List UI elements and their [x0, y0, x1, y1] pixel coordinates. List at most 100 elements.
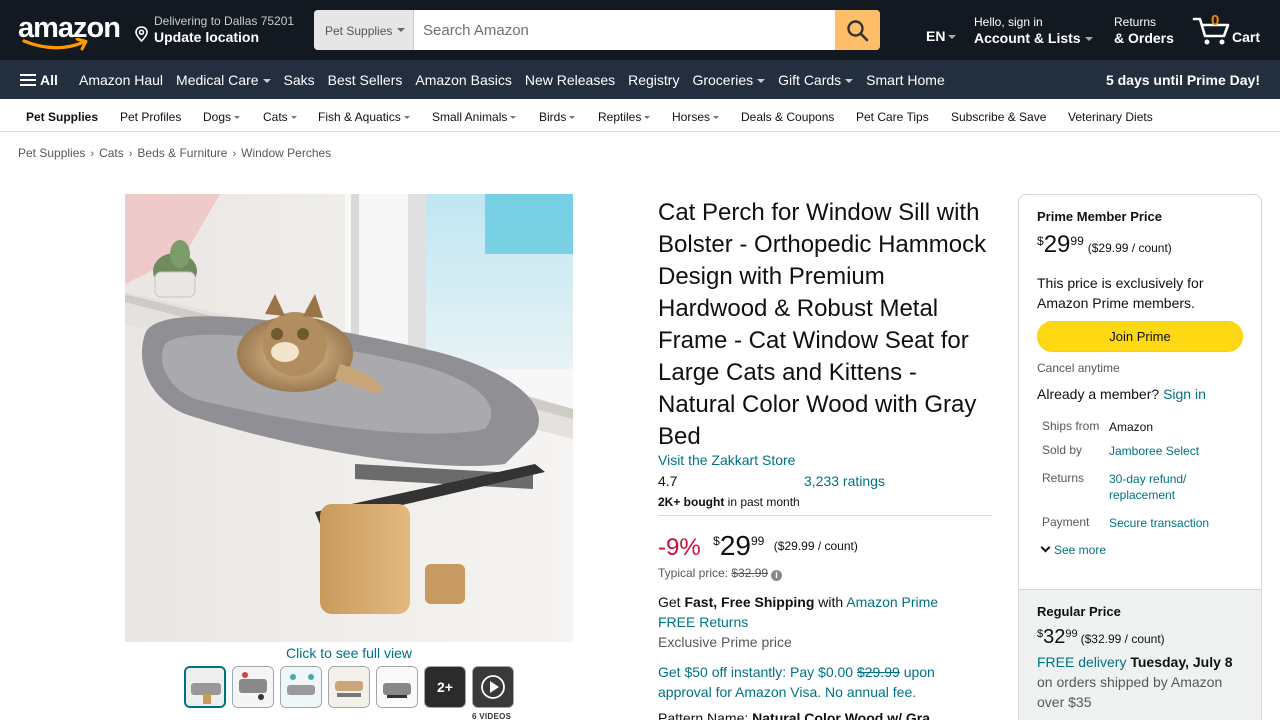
chevron-down-icon [757, 79, 766, 84]
search-bar: Pet Supplies [314, 10, 880, 50]
product-main-image[interactable] [125, 194, 573, 642]
price-per-unit: ($32.99 / count) [1080, 632, 1165, 646]
account-lists[interactable]: Hello, sign in Account & Lists [974, 15, 1093, 46]
secure-transaction-link[interactable]: Secure transaction [1109, 515, 1219, 531]
thumbnail-1[interactable] [184, 666, 226, 708]
subnav-item[interactable]: Deals & Coupons [741, 110, 834, 124]
typical-price: Typical price: $32.99 i [658, 566, 783, 581]
chevron-down-icon [569, 116, 576, 120]
subnav-item[interactable]: Birds [539, 110, 576, 124]
subnav-item-label: Horses [672, 110, 711, 124]
amazon-visa-offer[interactable]: Get $50 off instantly: Pay $0.00 $29.99 … [658, 662, 988, 702]
detail-value: Amazon [1109, 420, 1154, 434]
subnav-item[interactable]: Reptiles [598, 110, 651, 124]
subnav-item[interactable]: Cats [263, 110, 297, 124]
all-menu-button[interactable]: All [20, 72, 58, 88]
breadcrumb-link[interactable]: Pet Supplies [18, 146, 85, 160]
detail-key: Returns [1042, 471, 1085, 485]
regular-price-section[interactable]: Regular Price $3299 ($32.99 / count) FREE… [1019, 589, 1261, 720]
search-category-select[interactable]: Pet Supplies [314, 10, 414, 50]
detail-key: Payment [1042, 515, 1090, 529]
cart-button[interactable]: 0 Cart [1192, 12, 1268, 48]
sign-in-link[interactable]: Sign in [1163, 386, 1206, 402]
nav-item[interactable]: Amazon Haul [79, 72, 163, 88]
logo-smile-icon [22, 38, 88, 51]
subnav-item[interactable]: Pet Supplies [26, 110, 98, 124]
subnav-item[interactable]: Small Animals [432, 110, 517, 124]
already-member-text: Already a member? [1037, 386, 1164, 402]
subnav-item[interactable]: Veterinary Diets [1068, 110, 1153, 124]
buy-box: Prime Member Price $2999 ($29.99 / count)… [1018, 194, 1262, 720]
subnav-item[interactable]: Horses [672, 110, 720, 124]
amazon-prime-link[interactable]: Amazon Prime [846, 594, 938, 610]
subnav-item[interactable]: Dogs [203, 110, 241, 124]
store-link[interactable]: Visit the Zakkart Store [658, 452, 795, 468]
language-label: EN [926, 28, 946, 44]
subnav-item[interactable]: Fish & Aquatics [318, 110, 410, 124]
see-more-button[interactable]: See more [1040, 542, 1106, 557]
pattern-label: Pattern Name: [658, 710, 753, 720]
subnav-item-label: Small Animals [432, 110, 508, 124]
prime-price-description: This price is exclusively for Amazon Pri… [1037, 275, 1204, 311]
product-title: Cat Perch for Window Sill with Bolster -… [658, 199, 987, 450]
free-delivery-link[interactable]: FREE delivery [1037, 654, 1126, 670]
nav-item[interactable]: Saks [284, 72, 315, 88]
main-nav: All Amazon Haul Medical Care Saks Best Sell… [0, 60, 1280, 99]
thumbnail-2[interactable] [232, 666, 274, 708]
account-greeting: Hello, sign in [974, 15, 1043, 29]
video-thumbnail[interactable] [472, 666, 514, 708]
breadcrumb-link[interactable]: Window Perches [241, 146, 331, 160]
thumbnail-3[interactable] [280, 666, 322, 708]
ratings-count-link[interactable]: 3,233 ratings [804, 473, 885, 489]
returns-label: Returns [1114, 15, 1157, 29]
nav-item[interactable]: Groceries [692, 72, 766, 88]
location-pin-icon [135, 26, 148, 42]
nav-item[interactable]: Best Sellers [328, 72, 403, 88]
breadcrumb-separator-icon: › [128, 148, 133, 160]
breadcrumb-link[interactable]: Cats [99, 146, 124, 160]
regular-price-title: Regular Price [1037, 604, 1121, 619]
subnav-item[interactable]: Subscribe & Save [951, 110, 1046, 124]
amazon-logo[interactable]: amazon [16, 12, 121, 52]
divider [658, 515, 992, 516]
thumbnail-5[interactable] [376, 666, 418, 708]
more-images-thumbnail[interactable]: 2+ [424, 666, 466, 708]
subnav-item-label: Veterinary Diets [1068, 110, 1153, 124]
returns-orders[interactable]: Returns & Orders [1114, 15, 1174, 46]
nav-item[interactable]: Gift Cards [778, 72, 854, 88]
rating-value[interactable]: 4.7 [658, 473, 677, 489]
search-icon [847, 20, 869, 42]
full-view-link[interactable]: Click to see full view [286, 645, 412, 661]
search-input[interactable] [414, 10, 835, 50]
fast-free-shipping: Fast, Free Shipping [684, 594, 815, 610]
price-fraction: 99 [1070, 234, 1084, 248]
search-button[interactable] [835, 10, 880, 50]
join-prime-button[interactable]: Join Prime [1037, 321, 1243, 352]
breadcrumb-link[interactable]: Beds & Furniture [137, 146, 227, 160]
seller-link[interactable]: Jamboree Select [1109, 443, 1219, 459]
delivery-location[interactable]: Delivering to Dallas 75201 Update locati… [134, 14, 304, 48]
language-selector[interactable]: EN [926, 28, 957, 44]
nav-item[interactable]: Registry [628, 72, 679, 88]
info-icon[interactable]: i [771, 570, 783, 581]
subnav-item[interactable]: Pet Profiles [120, 110, 181, 124]
free-returns-link[interactable]: FREE Returns [658, 614, 748, 630]
prime-member-price-title: Prime Member Price [1037, 209, 1163, 224]
nav-item[interactable]: Amazon Basics [415, 72, 511, 88]
thumbnail-image [377, 667, 417, 707]
prime-day-promo[interactable]: 5 days until Prime Day! [1106, 72, 1260, 88]
returns-policy-link[interactable]: 30-day refund/ replacement [1109, 471, 1219, 503]
typical-price-value: $32.99 [731, 566, 769, 580]
subnav-item-label: Fish & Aquatics [318, 110, 401, 124]
subnav-item[interactable]: Pet Care Tips [856, 110, 929, 124]
nav-item[interactable]: Medical Care [176, 72, 271, 88]
nav-item[interactable]: New Releases [525, 72, 615, 88]
price-symbol: $ [1037, 628, 1044, 640]
thumbnail-4[interactable] [328, 666, 370, 708]
delivery-date: Tuesday, July 8 [1126, 654, 1233, 670]
price-whole: 29 [1043, 231, 1071, 258]
chevron-down-icon [510, 116, 517, 120]
prime-price: $2999 ($29.99 / count) [1037, 231, 1172, 259]
nav-item[interactable]: Smart Home [866, 72, 945, 88]
price-fraction: 99 [750, 534, 765, 548]
